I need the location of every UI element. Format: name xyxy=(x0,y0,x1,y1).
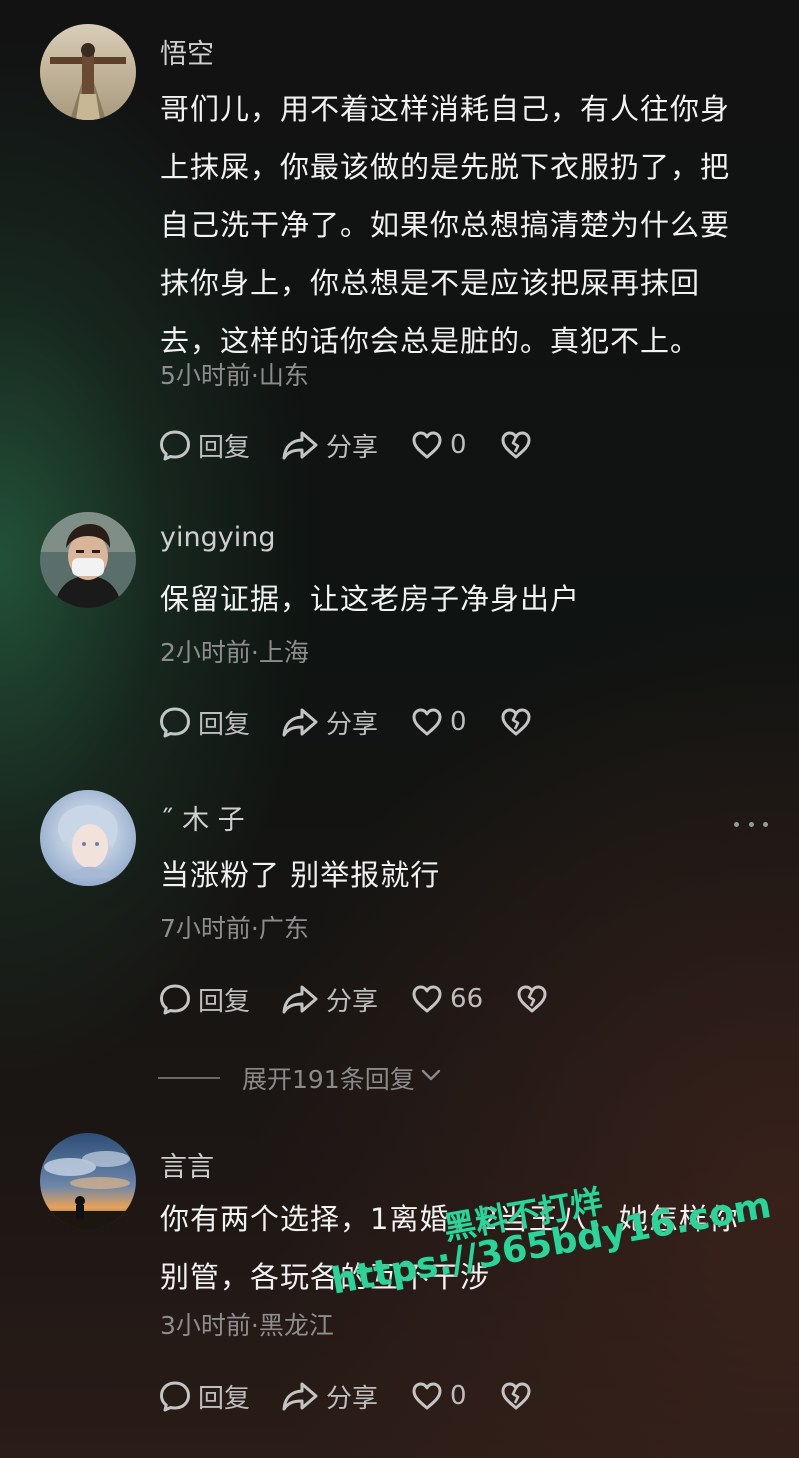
share-button[interactable]: 分享 xyxy=(280,981,378,1018)
comment-actions: 回复 分享 0 xyxy=(158,702,533,742)
chevron-down-icon xyxy=(419,1063,443,1093)
reply-label: 回复 xyxy=(198,432,251,463)
like-button[interactable]: 66 xyxy=(410,982,483,1016)
share-arrow-icon xyxy=(280,428,320,462)
like-count: 0 xyxy=(450,1381,467,1411)
like-count: 0 xyxy=(450,707,467,737)
reply-button[interactable]: 回复 xyxy=(158,427,250,464)
avatar[interactable] xyxy=(40,1133,136,1229)
heart-icon xyxy=(410,982,444,1016)
share-arrow-icon xyxy=(280,1379,320,1413)
comment-line: 自己洗干净了。如果你总想搞清楚为什么要 xyxy=(160,208,731,242)
comment-text: 当涨粉了 别举报就行 xyxy=(160,846,760,904)
more-dots-icon[interactable] xyxy=(734,818,768,830)
more-dot xyxy=(763,821,768,827)
comment-line: 抹你身上，你总想是不是应该把屎再抹回 xyxy=(160,266,701,300)
more-dot xyxy=(748,821,754,827)
comment-time-location: 7小时前·广东 xyxy=(160,914,309,943)
like-count: 0 xyxy=(450,430,467,460)
comment-line: 别管，各玩各的互不干涉 xyxy=(160,1260,491,1294)
share-label: 分享 xyxy=(326,986,379,1017)
dislike-button[interactable] xyxy=(499,1379,533,1413)
heart-icon xyxy=(410,705,444,739)
avatar[interactable] xyxy=(40,24,136,120)
comment-time-location: 2小时前·上海 xyxy=(160,638,309,667)
comment-line: 当涨粉了 别举报就行 xyxy=(160,858,441,892)
username[interactable]: ˝ 木 子 xyxy=(160,798,245,837)
username[interactable]: 悟空 xyxy=(160,32,214,71)
share-label: 分享 xyxy=(326,432,379,463)
dislike-button[interactable] xyxy=(515,982,549,1016)
comment-bubble-icon xyxy=(158,1379,192,1413)
comment-actions: 回复 分享 0 xyxy=(158,425,533,465)
username[interactable]: yingying xyxy=(160,522,275,553)
share-label: 分享 xyxy=(326,1383,379,1414)
avatar[interactable] xyxy=(40,790,136,886)
comment-line: 哥们儿，用不着这样消耗自己，有人往你身 xyxy=(160,92,731,126)
comment-text: 哥们儿，用不着这样消耗自己，有人往你身 上抹屎，你最该做的是先脱下衣服扔了，把 … xyxy=(160,80,760,370)
comment-actions: 回复 分享 66 xyxy=(158,979,549,1019)
heart-icon xyxy=(410,428,444,462)
share-label: 分享 xyxy=(326,709,379,740)
broken-heart-icon xyxy=(499,705,533,739)
reply-button[interactable]: 回复 xyxy=(158,981,250,1018)
like-button[interactable]: 0 xyxy=(410,428,467,462)
reply-button[interactable]: 回复 xyxy=(158,704,250,741)
share-arrow-icon xyxy=(280,705,320,739)
comment-line: 上抹屎，你最该做的是先脱下衣服扔了，把 xyxy=(160,150,731,184)
comment-text: 保留证据，让这老房子净身出户 xyxy=(160,570,760,628)
more-dot xyxy=(734,821,739,827)
comment-bubble-icon xyxy=(158,982,192,1016)
like-button[interactable]: 0 xyxy=(410,705,467,739)
expand-replies-button[interactable]: 展开191条回复 xyxy=(158,1058,443,1098)
reply-label: 回复 xyxy=(198,709,251,740)
reply-label: 回复 xyxy=(198,1383,251,1414)
comment-actions: 回复 分享 0 xyxy=(158,1376,533,1416)
comment-time-location: 3小时前·黑龙江 xyxy=(160,1311,334,1340)
broken-heart-icon xyxy=(499,1379,533,1413)
divider xyxy=(158,1077,220,1079)
username[interactable]: 言言 xyxy=(160,1145,214,1184)
broken-heart-icon xyxy=(499,428,533,462)
like-button[interactable]: 0 xyxy=(410,1379,467,1413)
share-button[interactable]: 分享 xyxy=(280,427,378,464)
comment-text: 你有两个选择，1离婚，2当王八，她怎样你 别管，各玩各的互不干涉 xyxy=(160,1190,760,1306)
comment-time-location: 5小时前·山东 xyxy=(160,361,309,390)
share-arrow-icon xyxy=(280,982,320,1016)
comment-bubble-icon xyxy=(158,705,192,739)
comment-line: 你有两个选择，1离婚，2当王八，她怎样你 xyxy=(160,1202,739,1236)
broken-heart-icon xyxy=(515,982,549,1016)
comment-bubble-icon xyxy=(158,428,192,462)
expand-replies-label: 展开191条回复 xyxy=(242,1065,415,1094)
comment-line: 保留证据，让这老房子净身出户 xyxy=(160,582,581,616)
heart-icon xyxy=(410,1379,444,1413)
share-button[interactable]: 分享 xyxy=(280,1378,378,1415)
share-button[interactable]: 分享 xyxy=(280,704,378,741)
dislike-button[interactable] xyxy=(499,705,533,739)
reply-label: 回复 xyxy=(198,986,251,1017)
reply-button[interactable]: 回复 xyxy=(158,1378,250,1415)
like-count: 66 xyxy=(450,984,484,1014)
dislike-button[interactable] xyxy=(499,428,533,462)
avatar[interactable] xyxy=(40,512,136,608)
